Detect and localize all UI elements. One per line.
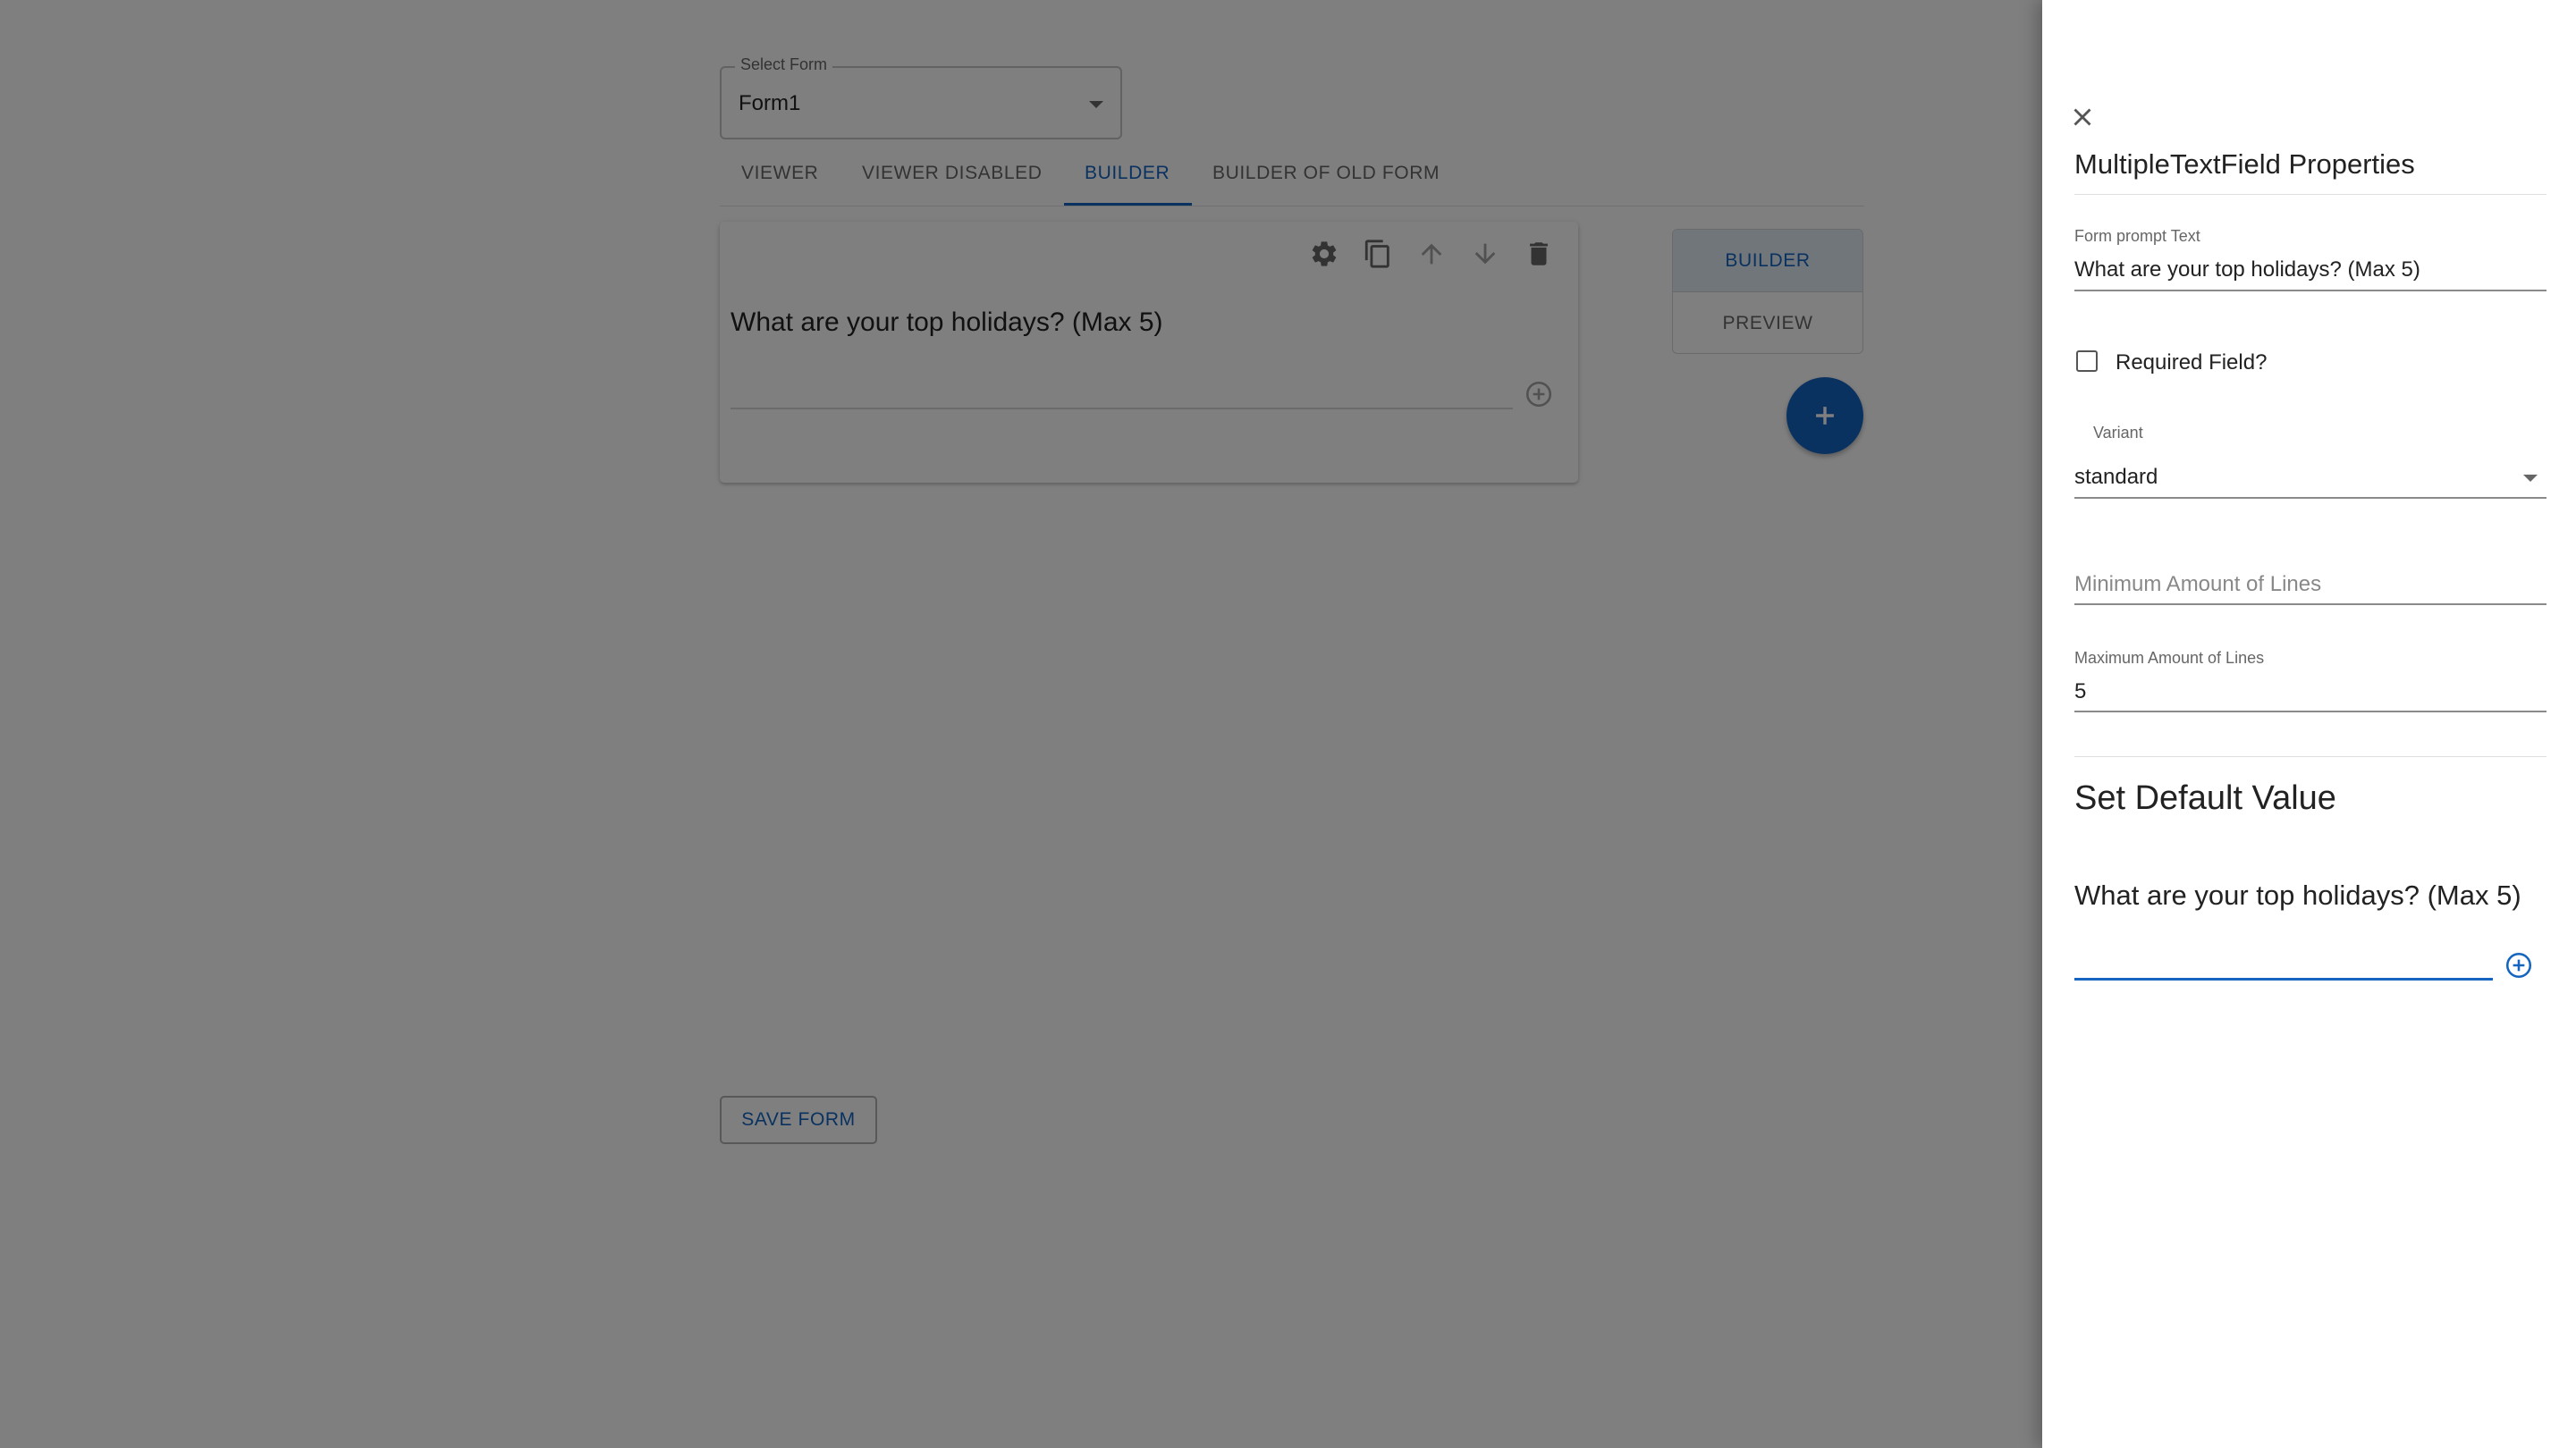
prompt-text-label: Form prompt Text: [2074, 227, 2200, 245]
prompt-text-underline: [2074, 290, 2546, 291]
variant-select[interactable]: standard: [2074, 465, 2158, 490]
max-lines-underline: [2074, 711, 2546, 712]
drawer-title: MultipleTextField Properties: [2074, 148, 2415, 180]
default-question-label: What are your top holidays? (Max 5): [2074, 880, 2521, 911]
required-field-label: Required Field?: [2116, 350, 2268, 375]
properties-drawer: [2042, 0, 2576, 1448]
close-icon[interactable]: [2067, 102, 2098, 137]
add-circle-icon[interactable]: [2504, 950, 2534, 985]
chevron-down-icon[interactable]: [2523, 475, 2538, 482]
variant-underline: [2074, 497, 2546, 499]
drawer-title-divider: [2074, 194, 2546, 195]
prompt-text-input[interactable]: What are your top holidays? (Max 5): [2074, 257, 2420, 282]
default-value-input[interactable]: [2074, 978, 2493, 981]
min-lines-underline: [2074, 603, 2546, 605]
default-value-heading: Set Default Value: [2074, 779, 2336, 817]
max-lines-input[interactable]: 5: [2074, 679, 2086, 704]
modal-backdrop[interactable]: [0, 0, 2042, 1448]
min-lines-input[interactable]: Minimum Amount of Lines: [2074, 572, 2321, 597]
required-field-checkbox[interactable]: [2076, 350, 2098, 372]
section-divider: [2074, 756, 2546, 757]
variant-label: Variant: [2093, 424, 2143, 442]
max-lines-label: Maximum Amount of Lines: [2074, 649, 2265, 667]
